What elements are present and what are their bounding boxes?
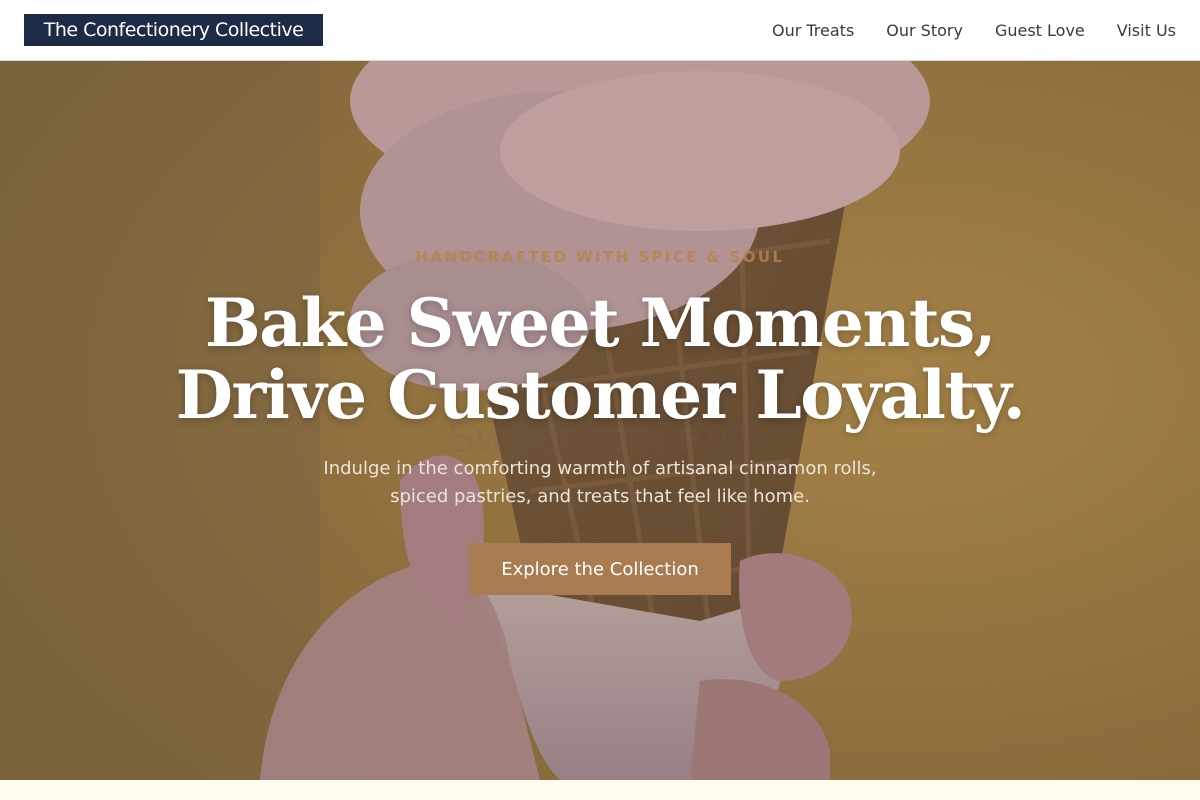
hero-eyebrow: HANDCRAFTED WITH SPICE & SOUL — [415, 248, 785, 266]
main-nav: Our Treats Our Story Guest Love Visit Us — [772, 0, 1176, 60]
nav-link-guest-love[interactable]: Guest Love — [995, 21, 1085, 40]
hero-headline-line-1: Bake Sweet Moments, — [204, 284, 997, 362]
nav-link-our-story[interactable]: Our Story — [886, 21, 963, 40]
hero-headline: Bake Sweet Moments, Drive Customer Loyal… — [100, 287, 1100, 431]
hero-subheading-line-1: Indulge in the comforting warmth of arti… — [323, 458, 877, 479]
hero-subheading-line-2: spiced pastries, and treats that feel li… — [390, 486, 810, 507]
explore-collection-button[interactable]: Explore the Collection — [469, 543, 731, 595]
nav-link-our-treats[interactable]: Our Treats — [772, 21, 854, 40]
hero-section: HANDCRAFTED WITH SPICE & SOUL Bake Sweet… — [0, 61, 1200, 780]
next-section-edge — [0, 780, 1200, 800]
site-header: The Confectionery Collective Our Treats … — [0, 0, 1200, 61]
hero-subheading: Indulge in the comforting warmth of arti… — [250, 455, 950, 511]
site-logo[interactable]: The Confectionery Collective — [24, 14, 323, 46]
nav-link-visit-us[interactable]: Visit Us — [1117, 21, 1176, 40]
